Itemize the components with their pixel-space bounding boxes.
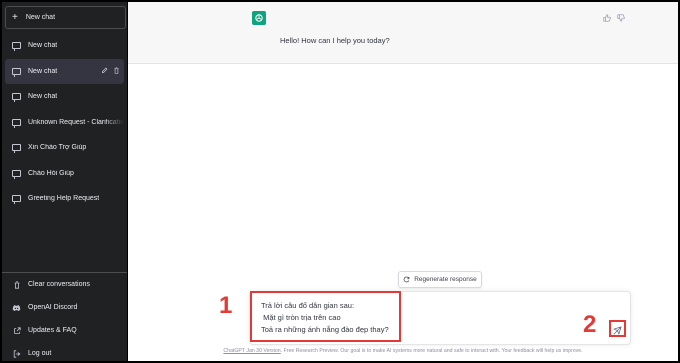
chat-bubble-icon (12, 42, 21, 52)
sidebar-footer-menu: Clear conversations OpenAI Discord Updat… (2, 272, 127, 363)
edit-icon[interactable] (101, 67, 108, 74)
chat-main: Hello! How can I help you today? Regener… (128, 2, 678, 361)
chat-item-label: Chào Hỏi Giúp (28, 169, 74, 177)
chat-item[interactable]: New chat (5, 33, 124, 59)
trash-icon (12, 280, 21, 289)
external-link-icon (12, 326, 21, 335)
chat-bubble-icon (12, 169, 21, 179)
footer-disclaimer: ChatGPT Jan 30 Version. Free Research Pr… (128, 348, 678, 354)
assistant-message-row: Hello! How can I help you today? (128, 2, 678, 64)
chat-item-label: Greeting Help Request (28, 195, 100, 203)
openai-logo-icon (252, 11, 266, 25)
chat-item[interactable]: Chào Hỏi Giúp (5, 161, 124, 187)
new-chat-button[interactable]: + New chat (5, 6, 126, 29)
plus-icon: + (12, 11, 18, 23)
updates-faq-link[interactable]: Updates & FAQ (5, 319, 124, 342)
discord-label: OpenAI Discord (28, 304, 78, 311)
chat-bubble-icon (12, 118, 21, 128)
chat-history-list: New chat New chat New chat Unknown Reque… (2, 33, 127, 212)
chat-item-actions (101, 66, 120, 74)
annotation-number-1: 1 (219, 292, 233, 319)
chat-item-label: New chat (28, 42, 58, 50)
version-link[interactable]: ChatGPT Jan 30 Version (223, 348, 280, 354)
logout-label: Log out (28, 350, 52, 357)
chat-item-label: Xin Chào Trợ Giúp (28, 144, 87, 152)
trash-icon[interactable] (113, 66, 120, 74)
new-chat-label: New chat (25, 14, 56, 21)
logout-button[interactable]: Log out (5, 342, 124, 363)
chat-item[interactable]: Xin Chào Trợ Giúp (5, 135, 124, 161)
updates-faq-label: Updates & FAQ (28, 327, 77, 334)
discord-icon (12, 304, 21, 312)
chat-bubble-icon (12, 144, 21, 154)
chat-bubble-icon (12, 67, 21, 77)
chat-item[interactable]: Unknown Request - Clarificatio (5, 109, 124, 135)
annotation-box-input (250, 291, 401, 342)
chat-item[interactable]: New chat (5, 84, 124, 110)
chat-item-active[interactable]: New chat (5, 58, 124, 84)
sidebar: + New chat New chat New chat New chat Un… (2, 2, 127, 361)
regenerate-label: Regenerate response (414, 276, 477, 283)
chat-item-label: New chat (28, 93, 58, 101)
regenerate-response-button[interactable]: Regenerate response (398, 271, 482, 288)
annotation-box-send (609, 320, 626, 337)
annotation-number-2: 2 (583, 311, 597, 338)
assistant-message-text: Hello! How can I help you today? (280, 36, 390, 45)
clear-conversations-label: Clear conversations (28, 281, 90, 288)
feedback-buttons (603, 14, 625, 22)
chat-bubble-icon (12, 93, 21, 103)
discord-link[interactable]: OpenAI Discord (5, 296, 124, 319)
chat-item-label: New chat (28, 67, 58, 75)
label-fade (104, 109, 124, 135)
refresh-icon (403, 276, 410, 283)
footer-text: . Free Research Preview. Our goal is to … (280, 348, 583, 354)
thumbs-down-icon[interactable] (617, 14, 625, 22)
clear-conversations-button[interactable]: Clear conversations (5, 273, 124, 296)
logout-icon (12, 349, 21, 358)
chat-item[interactable]: Greeting Help Request (5, 186, 124, 212)
app-frame: + New chat New chat New chat New chat Un… (0, 0, 680, 363)
chat-bubble-icon (12, 195, 21, 205)
thumbs-up-icon[interactable] (603, 14, 611, 22)
